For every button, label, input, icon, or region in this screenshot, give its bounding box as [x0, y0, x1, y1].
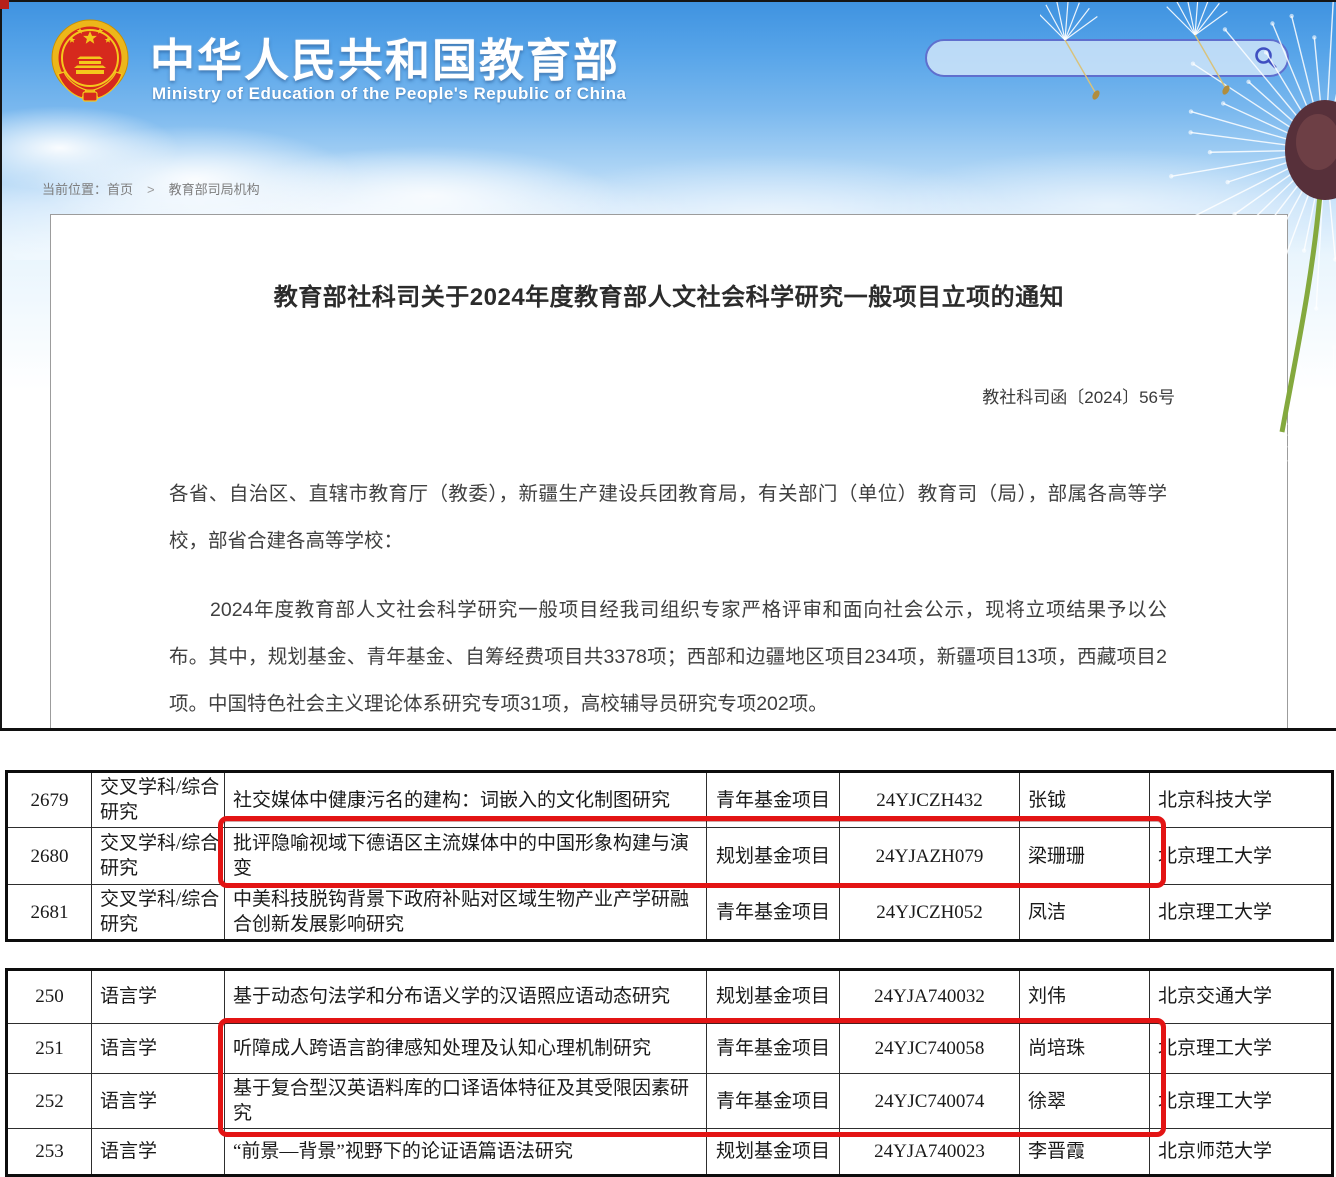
site-title: 中华人民共和国教育部 [150, 24, 620, 89]
cell-fund-type: 规划基金项目 [707, 970, 840, 1024]
notice-panel: 教育部社科司关于2024年度教育部人文社会科学研究一般项目立项的通知 教社科司函… [50, 214, 1288, 729]
national-emblem-logo [46, 16, 134, 110]
table-row: 251语言学听障成人跨语言韵律感知处理及认知心理机制研究青年基金项目24YJC7… [7, 1024, 1333, 1074]
cell-leader: 尚培珠 [1020, 1024, 1150, 1074]
cell-discipline: 交叉学科/综合研究 [92, 772, 225, 828]
cell-title: 社交媒体中健康污名的建构：词嵌入的文化制图研究 [225, 772, 707, 828]
cell-fund-type: 青年基金项目 [707, 1024, 840, 1074]
cell-discipline: 交叉学科/综合研究 [92, 828, 225, 885]
cell-project-no: 24YJCZH052 [840, 885, 1020, 941]
cell-project-no: 24YJCZH432 [840, 772, 1020, 828]
breadcrumb-label: 当前位置： [42, 182, 107, 197]
national-emblem-icon [46, 16, 134, 110]
cell-no: 252 [7, 1074, 92, 1129]
page-left-edge [0, 0, 2, 730]
cell-no: 253 [7, 1129, 92, 1176]
search-button[interactable] [1253, 45, 1279, 71]
notice-body: 2024年度教育部人文社会科学研究一般项目经我司组织专家严格评审和面向社会公示，… [169, 587, 1167, 728]
cell-project-no: 24YJAZH079 [840, 828, 1020, 885]
breadcrumb: 当前位置：首页 > 教育部司局机构 [42, 179, 260, 198]
cell-no: 251 [7, 1024, 92, 1074]
cell-university: 北京理工大学 [1150, 828, 1333, 885]
cell-fund-type: 青年基金项目 [707, 885, 840, 941]
breadcrumb-link-section[interactable]: 教育部司局机构 [169, 182, 260, 197]
cell-project-no: 24YJC740058 [840, 1024, 1020, 1074]
cell-leader: 梁珊珊 [1020, 828, 1150, 885]
cell-discipline: 交叉学科/综合研究 [92, 885, 225, 941]
cell-university: 北京理工大学 [1150, 1074, 1333, 1129]
cell-title: “前景—背景”视野下的论证语篇语法研究 [225, 1129, 707, 1176]
cell-no: 2680 [7, 828, 92, 885]
cell-discipline: 语言学 [92, 970, 225, 1024]
cell-title: 中美科技脱钩背景下政府补贴对区域生物产业产学研融合创新发展影响研究 [225, 885, 707, 941]
table-row: 250语言学基于动态句法学和分布语义学的汉语照应语动态研究规划基金项目24YJA… [7, 970, 1333, 1024]
cell-no: 250 [7, 970, 92, 1024]
cell-university: 北京交通大学 [1150, 970, 1333, 1024]
site-subtitle: Ministry of Education of the People's Re… [152, 84, 627, 104]
cell-project-no: 24YJC740074 [840, 1074, 1020, 1129]
table-row: 252语言学基于复合型汉英语料库的口译语体特征及其受限因素研究青年基金项目24Y… [7, 1074, 1333, 1129]
project-table-2: 250语言学基于动态句法学和分布语义学的汉语照应语动态研究规划基金项目24YJA… [5, 968, 1331, 1177]
cell-project-no: 24YJA740032 [840, 970, 1020, 1024]
breadcrumb-link-home[interactable]: 首页 [107, 182, 133, 197]
section-divider [0, 728, 1336, 731]
cell-fund-type: 青年基金项目 [707, 1074, 840, 1129]
search-icon [1253, 45, 1279, 71]
cell-discipline: 语言学 [92, 1074, 225, 1129]
table-row: 253语言学“前景—背景”视野下的论证语篇语法研究规划基金项目24YJA7400… [7, 1129, 1333, 1176]
page-top-edge [0, 0, 1336, 2]
project-table-1: 2679交叉学科/综合研究社交媒体中健康污名的建构：词嵌入的文化制图研究青年基金… [5, 770, 1331, 942]
cell-leader: 李晋霞 [1020, 1129, 1150, 1176]
search-input[interactable] [941, 44, 1245, 72]
table-row: 2679交叉学科/综合研究社交媒体中健康污名的建构：词嵌入的文化制图研究青年基金… [7, 772, 1333, 828]
cell-title: 批评隐喻视域下德语区主流媒体中的中国形象构建与演变 [225, 828, 707, 885]
cell-title: 基于复合型汉英语料库的口译语体特征及其受限因素研究 [225, 1074, 707, 1129]
notice-doc-number: 教社科司函〔2024〕56号 [982, 383, 1175, 408]
cell-no: 2681 [7, 885, 92, 941]
cell-university: 北京科技大学 [1150, 772, 1333, 828]
table-row: 2680交叉学科/综合研究批评隐喻视域下德语区主流媒体中的中国形象构建与演变规划… [7, 828, 1333, 885]
cell-leader: 凤洁 [1020, 885, 1150, 941]
page-corner-mark [0, 0, 9, 9]
cell-fund-type: 规划基金项目 [707, 828, 840, 885]
cell-leader: 张钺 [1020, 772, 1150, 828]
cell-leader: 刘伟 [1020, 970, 1150, 1024]
cell-university: 北京师范大学 [1150, 1129, 1333, 1176]
cell-discipline: 语言学 [92, 1129, 225, 1176]
cell-title: 基于动态句法学和分布语义学的汉语照应语动态研究 [225, 970, 707, 1024]
table-row: 2681交叉学科/综合研究中美科技脱钩背景下政府补贴对区域生物产业产学研融合创新… [7, 885, 1333, 941]
search-bar[interactable] [925, 39, 1289, 77]
cell-fund-type: 规划基金项目 [707, 1129, 840, 1176]
cell-university: 北京理工大学 [1150, 1024, 1333, 1074]
cell-no: 2679 [7, 772, 92, 828]
cell-project-no: 24YJA740023 [840, 1129, 1020, 1176]
cell-title: 听障成人跨语言韵律感知处理及认知心理机制研究 [225, 1024, 707, 1074]
cell-discipline: 语言学 [92, 1024, 225, 1074]
notice-salutation: 各省、自治区、直辖市教育厅（教委），新疆生产建设兵团教育局，有关部门（单位）教育… [169, 471, 1167, 565]
cell-fund-type: 青年基金项目 [707, 772, 840, 828]
cell-leader: 徐翠 [1020, 1074, 1150, 1129]
notice-title: 教育部社科司关于2024年度教育部人文社会科学研究一般项目立项的通知 [51, 277, 1287, 312]
cell-university: 北京理工大学 [1150, 885, 1333, 941]
breadcrumb-separator: > [147, 182, 155, 197]
